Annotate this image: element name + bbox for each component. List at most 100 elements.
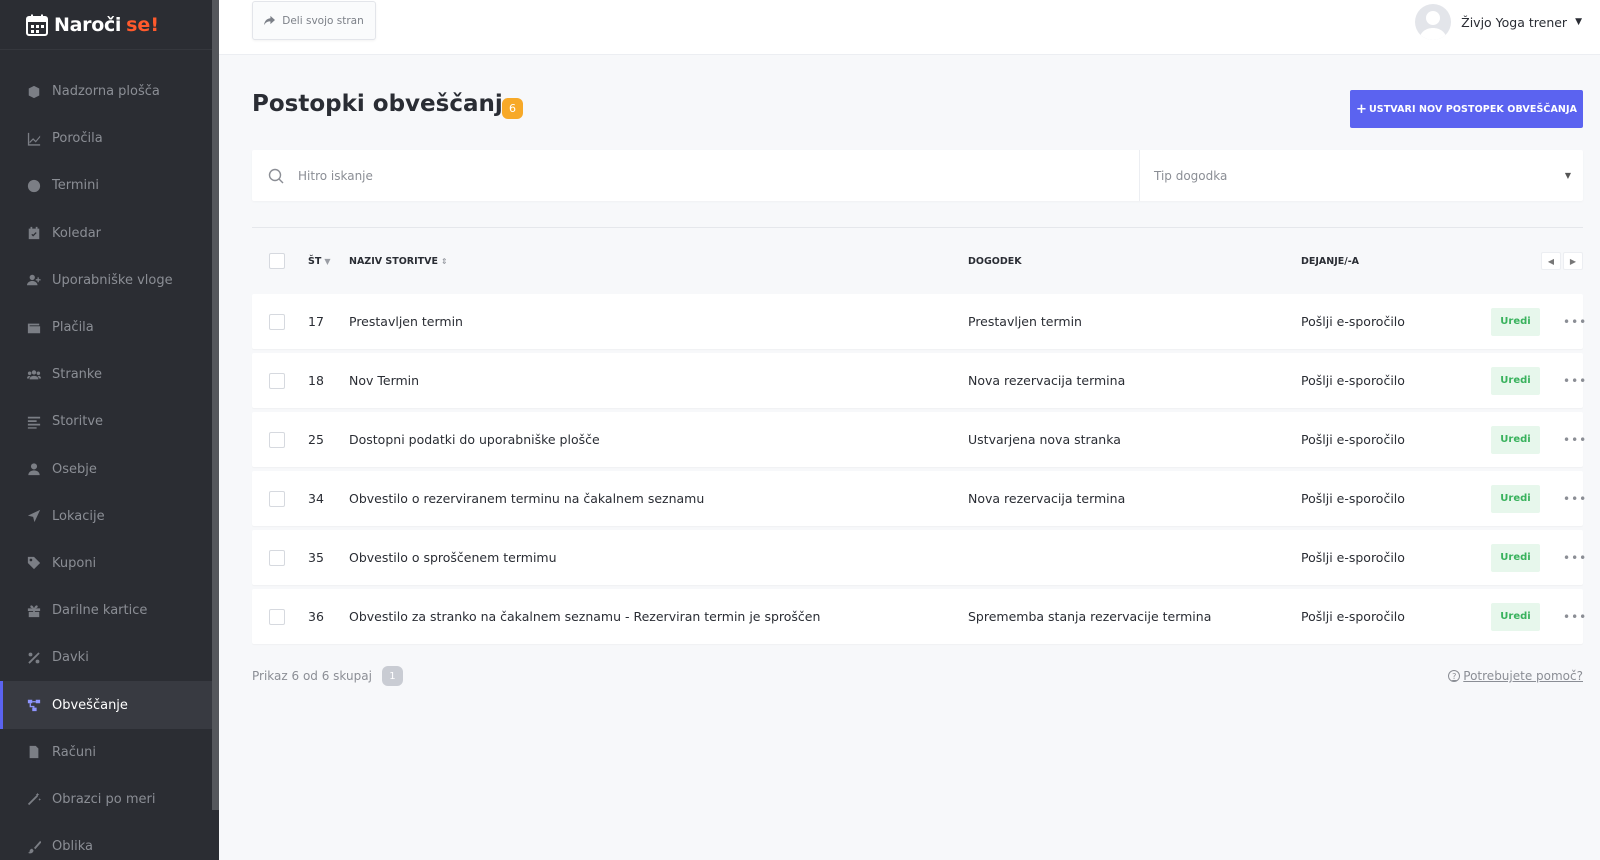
sidebar-item-darilne-kartice[interactable]: Darilne kartice — [0, 587, 219, 634]
row-num: 17 — [308, 314, 324, 329]
plus-icon: + — [1355, 101, 1367, 117]
row-checkbox[interactable] — [269, 490, 285, 507]
edit-button[interactable]: Uredi — [1491, 425, 1540, 454]
edit-button[interactable]: Uredi — [1491, 602, 1540, 631]
user-menu[interactable]: Živjo Yoga trener ▼ — [1415, 4, 1582, 40]
edit-button[interactable]: Uredi — [1491, 366, 1540, 395]
chart-icon — [26, 131, 42, 147]
sidebar-item-osebje[interactable]: Osebje — [0, 446, 219, 493]
row-name: Obvestilo o rezerviranem terminu na čaka… — [349, 491, 705, 506]
topbar: Deli svojo stran Živjo Yoga trener ▼ — [219, 0, 1600, 55]
page-number-button[interactable]: 1 — [381, 666, 403, 686]
row-action: Pošlji e-sporočilo — [1301, 373, 1405, 388]
search-box[interactable] — [252, 150, 1140, 201]
row-checkbox[interactable] — [269, 549, 285, 566]
brand-logo[interactable]: Naroči se! — [0, 0, 219, 50]
brand-accent: se! — [126, 13, 159, 36]
row-num: 36 — [308, 609, 324, 624]
user-plus-icon — [26, 272, 42, 288]
count-badge: 6 — [502, 98, 523, 119]
more-options-icon[interactable]: ••• — [1553, 315, 1586, 329]
row-name: Obvestilo o sproščenem termimu — [349, 550, 557, 565]
row-action: Pošlji e-sporočilo — [1301, 432, 1405, 447]
edit-button[interactable]: Uredi — [1491, 543, 1540, 572]
row-num: 25 — [308, 432, 324, 447]
edit-button[interactable]: Uredi — [1491, 484, 1540, 513]
sidebar-item-label: Računi — [52, 744, 96, 760]
row-checkbox-cell — [252, 549, 308, 566]
sidebar-item-label: Lokacije — [52, 508, 105, 524]
more-options-icon[interactable]: ••• — [1553, 610, 1586, 624]
header-action: DEJANJE/-A — [1301, 255, 1360, 267]
user-avatar-icon — [1419, 11, 1448, 40]
sidebar-item-davki[interactable]: Davki — [0, 634, 219, 681]
help-link-text: Potrebujete pomoč? — [1463, 669, 1583, 683]
sidebar-item-placila[interactable]: Plačila — [0, 304, 219, 351]
row-name: Nov Termin — [349, 373, 420, 388]
row-checkbox[interactable] — [269, 372, 285, 389]
scroll-left-icon[interactable]: ◀ — [1541, 252, 1561, 270]
calendar-check-icon — [26, 225, 42, 241]
edit-button[interactable]: Uredi — [1491, 307, 1540, 336]
sidebar-item-label: Koledar — [52, 225, 102, 241]
sidebar-item-stranke[interactable]: Stranke — [0, 351, 219, 398]
gift-icon — [26, 603, 42, 619]
question-circle-icon: ? — [1448, 670, 1461, 682]
create-notification-button[interactable]: + USTVARI NOV POSTOPEK OBVEŠČANJA — [1350, 90, 1583, 128]
sidebar-item-label: Poročila — [52, 131, 103, 147]
sidebar-item-oblika[interactable]: Oblika — [0, 823, 219, 860]
row-event: Prestavljen termin — [968, 314, 1082, 329]
sidebar-item-label: Obveščanje — [52, 697, 128, 713]
more-options-icon[interactable]: ••• — [1553, 551, 1586, 565]
table-body: 17 Prestavljen termin Prestavljen termin… — [252, 294, 1586, 644]
table-row[interactable]: 17 Prestavljen termin Prestavljen termin… — [252, 294, 1586, 349]
tag-icon — [26, 555, 42, 571]
select-all-cell — [252, 253, 308, 269]
row-checkbox[interactable] — [269, 431, 285, 448]
sidebar-item-termini[interactable]: Termini — [0, 162, 219, 209]
header-name[interactable]: NAZIV STORITVE ⇕ — [349, 256, 968, 267]
sidebar-item-racuni[interactable]: Računi — [0, 729, 219, 776]
search-input[interactable] — [298, 168, 898, 183]
table-row[interactable]: 34 Obvestilo o rezerviranem terminu na č… — [252, 471, 1586, 526]
create-notification-label: USTVARI NOV POSTOPEK OBVEŠČANJA — [1368, 103, 1578, 115]
row-checkbox[interactable] — [269, 608, 285, 625]
calendar-logo-icon — [26, 14, 48, 36]
more-options-icon[interactable]: ••• — [1553, 433, 1586, 447]
sidebar-item-obrazci-po-meri[interactable]: Obrazci po meri — [0, 776, 219, 823]
table-row[interactable]: 25 Dostopni podatki do uporabniške plošč… — [252, 412, 1586, 467]
scroll-right-icon[interactable]: ▶ — [1563, 252, 1583, 270]
sidebar-item-porocila[interactable]: Poročila — [0, 115, 219, 162]
help-link[interactable]: ? Potrebujete pomoč? — [1448, 669, 1583, 683]
select-all-checkbox[interactable] — [269, 253, 285, 269]
sidebar-item-nadzorna-plosca[interactable]: Nadzorna plošča — [0, 68, 219, 115]
user-icon — [26, 461, 42, 477]
sidebar: Naroči se! Nadzorna plošča Poročila Term… — [0, 0, 219, 860]
row-checkbox[interactable] — [269, 313, 285, 330]
event-type-select[interactable]: Tip dogodka ▼ — [1140, 150, 1583, 201]
sidebar-scrollbar[interactable] — [212, 0, 219, 810]
sidebar-item-uporabniske-vloge[interactable]: Uporabniške vloge — [0, 257, 219, 304]
row-name: Obvestilo za stranko na čakalnem seznamu… — [349, 609, 821, 624]
sidebar-item-koledar[interactable]: Koledar — [0, 210, 219, 257]
list-icon — [26, 414, 42, 430]
table-row[interactable]: 35 Obvestilo o sproščenem termimu Pošlji… — [252, 530, 1586, 585]
magic-wand-icon — [26, 791, 42, 807]
share-page-button[interactable]: Deli svojo stran — [252, 1, 376, 40]
more-options-icon[interactable]: ••• — [1553, 492, 1586, 506]
table-row[interactable]: 18 Nov Termin Nova rezervacija termina P… — [252, 353, 1586, 408]
clock-icon — [26, 178, 42, 194]
sidebar-item-obvescanje[interactable]: Obveščanje — [0, 681, 219, 729]
results-summary: Prikaz 6 od 6 skupaj 1 — [252, 666, 403, 686]
table-row[interactable]: 36 Obvestilo za stranko na čakalnem sezn… — [252, 589, 1586, 644]
more-options-icon[interactable]: ••• — [1553, 374, 1586, 388]
sidebar-item-lokacije[interactable]: Lokacije — [0, 493, 219, 540]
header-num[interactable]: ŠT ▼ — [308, 256, 349, 267]
sidebar-item-kuponi[interactable]: Kuponi — [0, 540, 219, 587]
header-name-label: NAZIV STORITVE — [349, 255, 438, 267]
brush-icon — [26, 839, 42, 855]
sidebar-item-storitve[interactable]: Storitve — [0, 398, 219, 445]
row-edit-cell: Uredi — [1491, 366, 1553, 395]
share-page-label: Deli svojo stran — [282, 14, 364, 27]
sidebar-item-label: Kuponi — [52, 555, 97, 571]
